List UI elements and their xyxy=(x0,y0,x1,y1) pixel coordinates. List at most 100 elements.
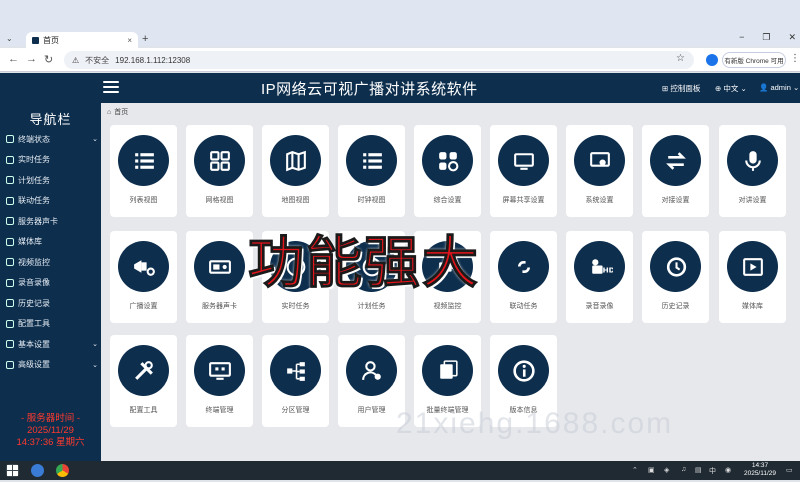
windows-start-icon[interactable] xyxy=(6,464,19,477)
realtime-task-icon xyxy=(6,155,14,164)
breadcrumb-home[interactable]: 首页 xyxy=(114,107,128,117)
notification-icon[interactable]: ▭ xyxy=(786,466,793,474)
language-select[interactable]: ⊕ 中文 ⌄ xyxy=(715,83,747,94)
media-library-icon xyxy=(727,241,778,292)
plan-task-icon xyxy=(6,176,14,184)
reload-icon[interactable]: ↻ xyxy=(44,53,53,66)
tile-system-settings[interactable]: 系统设置 xyxy=(566,125,633,217)
tab-title: 首页 xyxy=(43,35,59,45)
tile-map-view[interactable]: 地图视图 xyxy=(262,125,329,217)
search-icon[interactable] xyxy=(31,464,44,477)
tile-label: 列表视图 xyxy=(129,197,158,204)
tile-list-view[interactable]: 列表视图 xyxy=(110,125,177,217)
breadcrumb: ⌂ 首页 xyxy=(107,107,128,117)
server-date: 2025/11/29 xyxy=(27,425,74,436)
sidebar-item[interactable]: 高级设置 ⌄ xyxy=(6,357,98,373)
user-manage-icon xyxy=(346,345,397,396)
chrome-taskbar-icon[interactable] xyxy=(56,464,69,477)
sidebar-item[interactable]: 媒体库 xyxy=(6,234,98,250)
advanced-settings-icon xyxy=(6,360,14,369)
zone-manage-icon xyxy=(270,345,321,396)
sidebar-item[interactable]: 联动任务 xyxy=(6,193,98,209)
tray-network-icon[interactable]: ◈ xyxy=(664,466,669,474)
tile-general-settings[interactable]: 综合设置 xyxy=(414,125,481,217)
tray-overflow-icon[interactable]: ⌃ xyxy=(632,466,638,474)
browser-menu-icon[interactable]: ⋮ xyxy=(790,53,800,64)
batch-terminal-icon xyxy=(422,345,473,396)
dashboard-link[interactable]: ⊞ 控制面板 xyxy=(662,83,700,94)
url-text[interactable]: 192.168.1.112:12308 xyxy=(115,56,190,65)
tile-record-video[interactable]: HD 录音录像 xyxy=(566,231,633,323)
promo-banner: 功能强大 xyxy=(248,231,480,297)
new-tab-button[interactable]: + xyxy=(142,33,148,45)
tray-app2-icon[interactable]: ▤ xyxy=(695,466,702,474)
tab-favicon-icon xyxy=(32,36,39,44)
sidebar-item[interactable]: 录音录像 xyxy=(6,275,98,291)
forward-icon[interactable]: → xyxy=(26,53,37,65)
close-window-button[interactable]: ✕ xyxy=(788,32,796,43)
back-icon[interactable]: ← xyxy=(8,53,19,65)
home-icon[interactable]: ⌂ xyxy=(107,109,111,116)
sidebar-item[interactable]: 基本设置 ⌄ xyxy=(6,336,98,352)
tile-intercom-settings[interactable]: 对讲设置 xyxy=(719,125,786,217)
tile-docking-settings[interactable]: 对接设置 xyxy=(642,125,709,217)
tile-broadcast-settings[interactable]: 广播设置 xyxy=(110,231,177,323)
warning-icon: ⚠ xyxy=(72,55,80,65)
bookmark-star-icon[interactable]: ☆ xyxy=(676,53,685,64)
minimize-button[interactable]: − xyxy=(739,32,744,43)
tray-ime-icon[interactable]: ◉ xyxy=(725,466,731,474)
profile-avatar-icon[interactable] xyxy=(706,54,718,66)
sidebar-item-label: 计划任务 xyxy=(18,175,50,185)
screen-share-icon xyxy=(498,135,549,186)
sidebar-item[interactable]: 配置工具 xyxy=(6,316,98,332)
sidebar-item[interactable]: 计划任务 xyxy=(6,172,98,188)
sidebar-item[interactable]: 终端状态 ⌄ xyxy=(6,131,98,147)
app-title: IP网络云可视广播对讲系统软件 xyxy=(261,81,478,98)
tile-config-tools[interactable]: 配置工具 xyxy=(110,335,177,427)
terminal-manage-icon xyxy=(194,345,245,396)
tile-screen-share[interactable]: 屏幕共享设置 xyxy=(490,125,557,217)
tile-label: 地图视图 xyxy=(281,197,310,204)
chrome-update-button[interactable]: 有新版 Chrome 可用 xyxy=(722,52,786,68)
history-icon xyxy=(6,299,14,307)
tray-volume-icon[interactable]: ♫ xyxy=(681,466,686,473)
tile-user-manage[interactable]: 用户管理 xyxy=(338,335,405,427)
tile-label: 终端管理 xyxy=(205,407,234,414)
sidebar-item[interactable]: 视频监控 xyxy=(6,254,98,270)
sidebar-item[interactable]: 历史记录 xyxy=(6,295,98,311)
intercom-settings-icon xyxy=(727,135,778,186)
user-menu[interactable]: 👤 admin ⌄ xyxy=(759,83,799,92)
record-video-icon: HD xyxy=(574,241,625,292)
tab-search-icon[interactable]: ⌄ xyxy=(6,34,13,43)
system-settings-icon xyxy=(574,135,625,186)
tray-app-icon[interactable]: ▣ xyxy=(648,466,655,474)
input-language[interactable]: 中 xyxy=(709,466,716,476)
history-icon xyxy=(650,241,701,292)
tile-zone-manage[interactable]: 分区管理 xyxy=(262,335,329,427)
server-time-panel: - 服务器时间 - 2025/11/29 14:37:36 星期六 xyxy=(0,413,101,449)
maximize-button[interactable]: ❐ xyxy=(762,32,770,43)
tile-grid-view[interactable]: 网格视图 xyxy=(186,125,253,217)
sidebar-item[interactable]: 实时任务 xyxy=(6,152,98,168)
media-library-icon xyxy=(6,237,14,246)
clock-view-icon xyxy=(346,135,397,186)
chevron-down-icon: ⌄ xyxy=(92,341,98,348)
tile-terminal-manage[interactable]: 终端管理 xyxy=(186,335,253,427)
tile-server-soundcard[interactable]: 服务器声卡 xyxy=(186,231,253,323)
tab-close-icon[interactable]: × xyxy=(127,36,132,45)
tile-label: 对接设置 xyxy=(661,197,690,204)
list-view-icon xyxy=(118,135,169,186)
menu-toggle-icon[interactable] xyxy=(103,81,119,95)
clock-time: 14:37 xyxy=(751,462,769,469)
tile-clock-view[interactable]: 时钟视图 xyxy=(338,125,405,217)
browser-tab[interactable]: 首页 × xyxy=(26,32,138,48)
url-bar[interactable]: ⚠ 不安全 192.168.1.112:12308 xyxy=(64,51,694,69)
tile-history[interactable]: 历史记录 xyxy=(642,231,709,323)
tile-linkage-task[interactable]: 联动任务 xyxy=(490,231,557,323)
tile-label: 历史记录 xyxy=(661,303,690,310)
sidebar-item[interactable]: 服务器声卡 xyxy=(6,213,98,229)
tile-media-library[interactable]: 媒体库 xyxy=(719,231,786,323)
tile-label: 媒体库 xyxy=(742,303,763,310)
tile-label: 系统设置 xyxy=(585,197,614,204)
taskbar-clock[interactable]: 14:37 2025/11/29 xyxy=(740,462,780,478)
